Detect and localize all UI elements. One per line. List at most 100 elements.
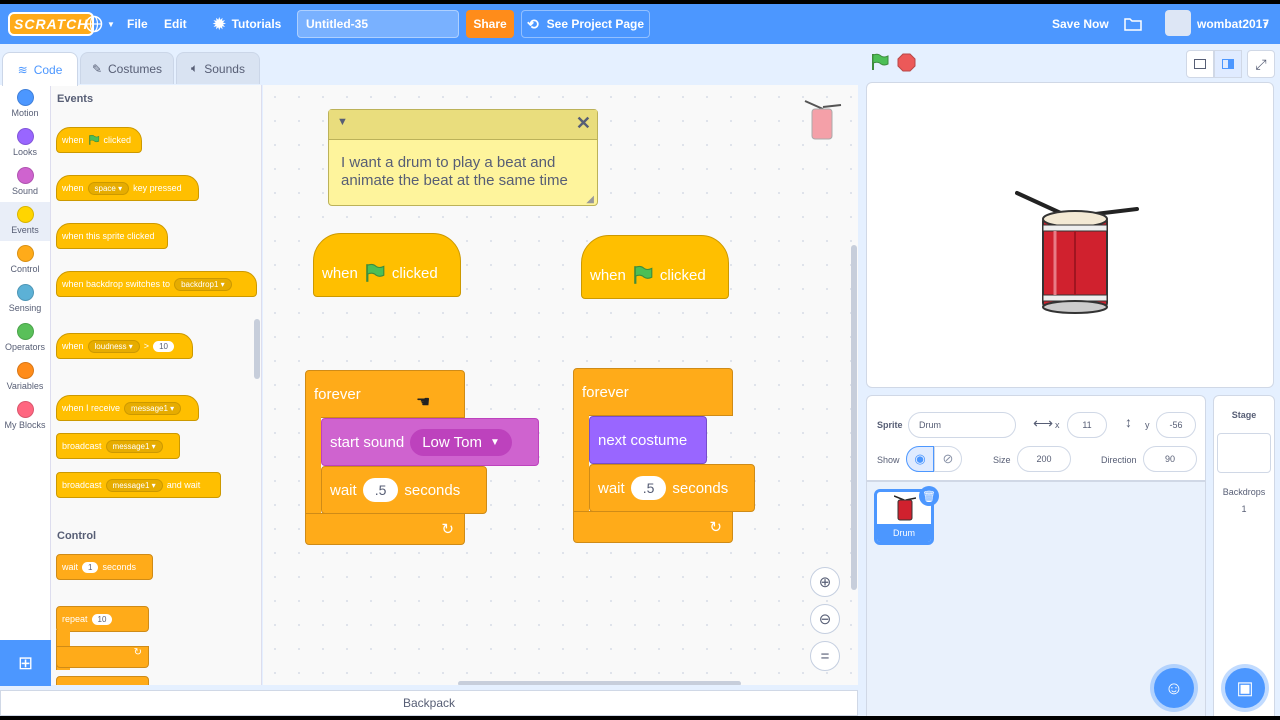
zoom-out-button[interactable]: ⊖ [810, 604, 840, 634]
when-i-receive-block[interactable]: when I receive message1 ▾ [56, 395, 199, 421]
wait-block-1[interactable]: wait .5 seconds [321, 466, 487, 514]
backdrop-dropdown[interactable]: backdrop1 ▾ [174, 277, 232, 291]
forever-block-partial[interactable] [56, 676, 149, 685]
resize-handle-icon[interactable]: ◢ [586, 194, 594, 205]
category-events[interactable]: Events [0, 202, 50, 241]
block-text: key pressed [133, 183, 182, 193]
show-label: Show [877, 455, 900, 465]
repeat-block[interactable]: repeat 10 [56, 606, 149, 632]
y-position-input[interactable]: -56 [1156, 412, 1196, 438]
comment-text[interactable]: I want a drum to play a beat and animate… [329, 140, 597, 204]
choose-sprite-button[interactable]: ☺ [1154, 668, 1194, 708]
message-dropdown[interactable]: message1 ▾ [105, 478, 163, 492]
add-extension-button[interactable]: ⊞ [0, 640, 51, 686]
category-motion[interactable]: Motion [0, 85, 50, 124]
backdrop-thumbnail[interactable] [1217, 433, 1271, 473]
sensing-dot-icon [16, 284, 34, 301]
forever-block-2[interactable]: forever [573, 368, 733, 416]
message-dropdown[interactable]: message1 ▾ [124, 401, 182, 415]
when-backdrop-switches-block[interactable]: when backdrop switches to backdrop1 ▾ [56, 271, 257, 297]
zoom-reset-button[interactable]: = [810, 641, 840, 671]
size-input[interactable]: 200 [1017, 446, 1071, 472]
wait-block-2[interactable]: wait .5 seconds [589, 464, 755, 512]
when-key-pressed-block[interactable]: when space ▾ key pressed [56, 175, 199, 201]
broadcast-block[interactable]: broadcast message1 ▾ [56, 433, 180, 459]
dropdown-value: space [94, 183, 116, 193]
category-sensing[interactable]: Sensing [0, 280, 50, 319]
comment-note[interactable]: ▼ ✕ I want a drum to play a beat and ani… [328, 109, 598, 206]
tab-sounds[interactable]: 🔈︎ Sounds [176, 52, 260, 84]
lightbulb-icon: ✹ [213, 16, 226, 33]
username-menu[interactable]: wombat2017 [1197, 4, 1269, 44]
fullscreen-button[interactable]: ⤢ [1247, 50, 1275, 78]
category-control[interactable]: Control [0, 241, 50, 280]
sound-dropdown[interactable]: Low Tom ▼ [410, 428, 512, 456]
zoom-in-button[interactable]: ⊕ [810, 567, 840, 597]
script-area-vertical-scrollbar[interactable] [851, 245, 857, 590]
wait-value-input-2[interactable]: .5 [630, 476, 667, 500]
block-text: next costume [598, 431, 688, 449]
project-title-input[interactable]: Untitled-35 [297, 10, 459, 38]
file-menu[interactable]: File [127, 4, 148, 44]
tab-code-label: Code [33, 62, 63, 77]
wait-seconds-block[interactable]: wait 1 seconds [56, 554, 153, 580]
scratch-editor: SCRATCH ▼ File Edit ✹ Tutorials Untitled… [0, 4, 1280, 716]
tutorials-button[interactable]: ✹ Tutorials [213, 4, 281, 44]
close-icon[interactable]: ✕ [576, 113, 591, 134]
hide-sprite-button[interactable]: ⊘ [934, 446, 962, 472]
category-label: My Blocks [4, 420, 46, 430]
see-project-page-button[interactable]: ⟲ See Project Page [521, 10, 650, 38]
my-stuff-folder-icon[interactable] [1124, 4, 1142, 44]
when-sprite-clicked-block[interactable]: when this sprite clicked [56, 223, 168, 249]
language-menu[interactable]: ▼ [85, 4, 115, 44]
forever-bottom-1: ↻ [305, 513, 465, 545]
wait-value-input[interactable]: 1 [82, 561, 99, 573]
x-position-input[interactable]: 11 [1067, 412, 1107, 438]
script-area-horizontal-scrollbar[interactable] [458, 681, 741, 685]
loudness-value-input[interactable]: 10 [153, 340, 174, 352]
green-flag-button[interactable] [870, 52, 890, 77]
backpack-bar[interactable]: Backpack [0, 690, 858, 716]
repeat-value-input[interactable]: 10 [91, 613, 113, 625]
category-sound[interactable]: Sound [0, 163, 50, 202]
large-stage-button[interactable] [1214, 50, 1242, 78]
start-sound-block[interactable]: start sound Low Tom ▼ [321, 418, 539, 466]
block-text: seconds [672, 479, 729, 497]
edit-menu[interactable]: Edit [164, 4, 187, 44]
tab-code[interactable]: ≋ Code [2, 52, 78, 86]
category-operators[interactable]: Operators [0, 319, 50, 358]
direction-input[interactable]: 90 [1143, 446, 1197, 472]
when-loudness-block[interactable]: when loudness ▾ > 10 [56, 333, 193, 359]
category-variables[interactable]: Variables [0, 358, 50, 397]
stage-canvas[interactable] [866, 82, 1274, 388]
loudness-dropdown[interactable]: loudness ▾ [87, 339, 140, 353]
message-dropdown[interactable]: message1 ▾ [105, 439, 163, 453]
category-looks[interactable]: Looks [0, 124, 50, 163]
delete-sprite-button[interactable]: 🗑︎ [919, 486, 939, 506]
forever-block-1[interactable]: forever [305, 370, 465, 418]
small-stage-button[interactable] [1186, 50, 1214, 78]
share-button[interactable]: Share [466, 10, 514, 38]
category-label: Looks [12, 147, 38, 157]
key-dropdown[interactable]: space ▾ [87, 181, 130, 195]
broadcast-and-wait-block[interactable]: broadcast message1 ▾ and wait [56, 472, 221, 498]
chevron-down-icon[interactable]: ▼ [1262, 4, 1270, 44]
scratch-logo[interactable]: SCRATCH [8, 4, 95, 44]
tutorials-label: Tutorials [231, 17, 282, 31]
wait-value-input-1[interactable]: .5 [362, 478, 399, 502]
choose-backdrop-button[interactable]: ▣ [1225, 668, 1265, 708]
save-now-button[interactable]: Save Now [1052, 4, 1109, 44]
show-sprite-button[interactable]: ◉ [906, 446, 934, 472]
sprite-name-input[interactable]: Drum [908, 412, 1016, 438]
collapse-arrow-icon[interactable]: ▼ [337, 116, 348, 128]
when-flag-clicked-block[interactable]: when clicked [56, 127, 142, 153]
stop-button[interactable] [897, 53, 916, 77]
category-my-blocks[interactable]: My Blocks [0, 397, 50, 436]
script-area[interactable]: ▼ ✕ I want a drum to play a beat and ani… [263, 85, 858, 685]
avatar[interactable] [1165, 10, 1191, 36]
when-flag-clicked-hat-1[interactable]: when clicked [313, 233, 461, 297]
next-costume-block[interactable]: next costume [589, 416, 707, 464]
tab-costumes[interactable]: ✎ Costumes [80, 52, 174, 84]
when-flag-clicked-hat-2[interactable]: when clicked [581, 235, 729, 299]
palette-scrollbar[interactable] [254, 319, 260, 379]
